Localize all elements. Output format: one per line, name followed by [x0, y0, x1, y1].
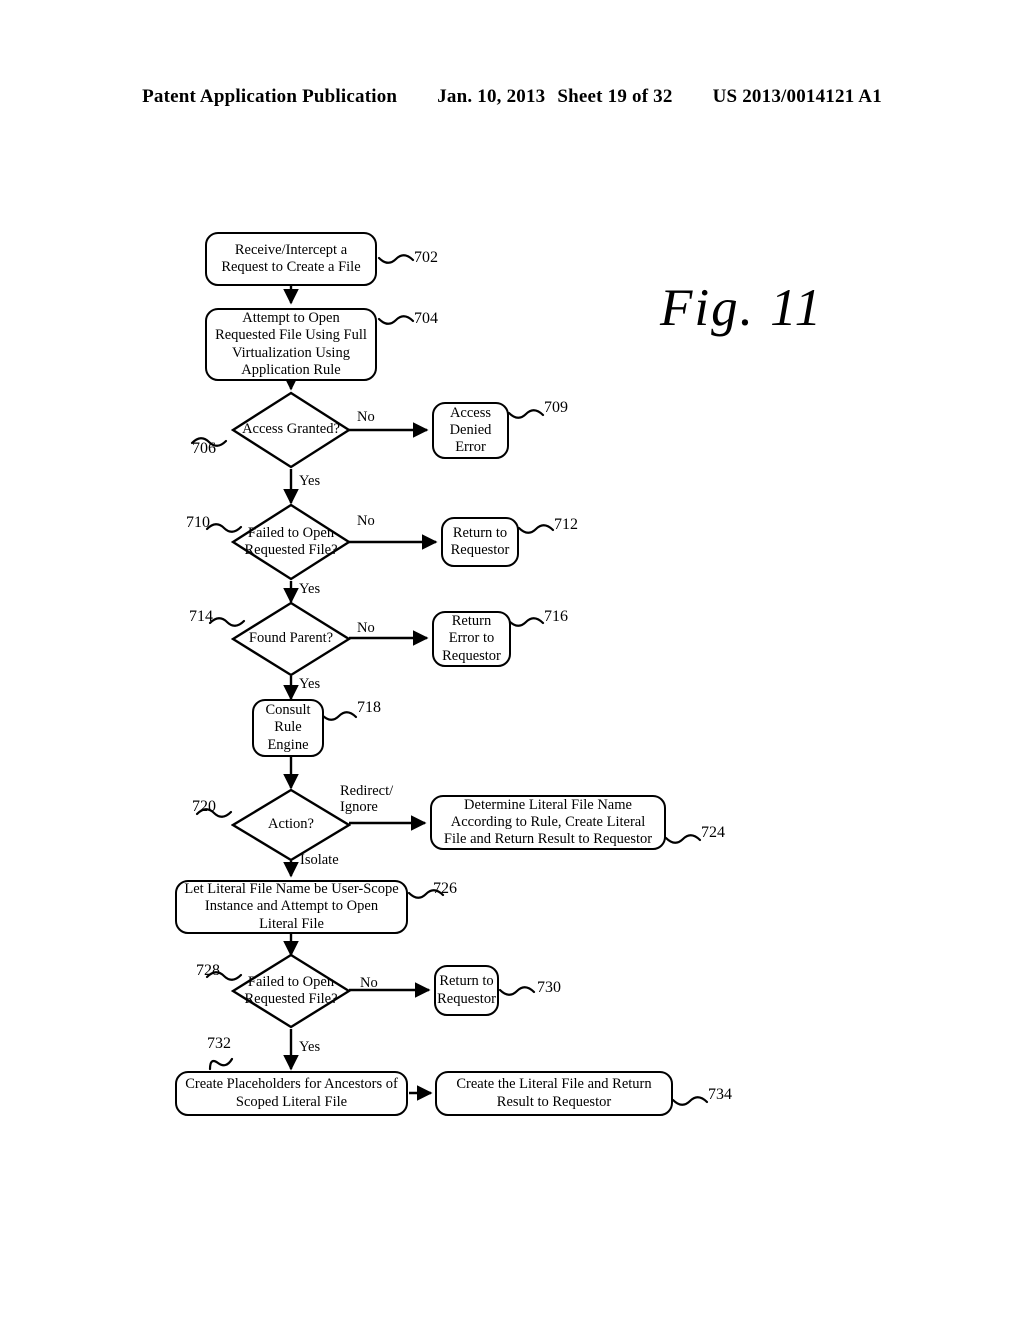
edge-label-720-redirect-line1: Redirect/ [340, 783, 394, 799]
node-706-label: Access Granted? [242, 421, 340, 438]
ref-num-720: 720 [192, 798, 216, 815]
edge-label-714-yes: Yes [299, 676, 321, 692]
ref-num-712: 712 [554, 516, 578, 533]
header-sheet: Sheet 19 of 32 [557, 86, 673, 107]
node-710-label: Failed to Open Requested File? [244, 524, 338, 558]
ref-num-709: 709 [544, 399, 568, 416]
ref-num-704: 704 [414, 310, 438, 327]
node-714-label: Found Parent? [248, 630, 334, 647]
header-patent-number: US 2013/0014121 A1 [712, 86, 882, 107]
ref-num-714: 714 [189, 608, 213, 625]
edge-label-728-no: No [360, 975, 378, 991]
node-710-failed-open-decision: Failed to Open Requested File? [231, 503, 351, 581]
node-718-label: Consult Rule Engine [265, 702, 311, 753]
edge-label-720-redirect-line2: Ignore [340, 799, 378, 816]
node-720-label: Action? [268, 816, 314, 833]
flowchart-connectors [190, 254, 709, 1106]
node-730-label: Return to Requestor [437, 973, 496, 1007]
ref-num-706: 706 [192, 440, 216, 457]
node-704-attempt-open-full-virtualization: Attempt to Open Requested File Using Ful… [205, 308, 377, 381]
node-718-consult-rule-engine: Consult Rule Engine [252, 699, 324, 757]
ref-num-702: 702 [414, 249, 438, 266]
node-709-access-denied-error: Access Denied Error [432, 402, 509, 459]
node-724-determine-literal-file-name: Determine Literal File Name According to… [430, 795, 666, 850]
header-publication: Patent Application Publication [142, 86, 398, 107]
node-732-create-placeholders-ancestors: Create Placeholders for Ancestors of Sco… [175, 1071, 408, 1116]
node-716-label: Return Error to Requestor [442, 613, 501, 664]
ref-num-726: 726 [433, 880, 457, 897]
header-date: Jan. 10, 2013 [437, 86, 546, 107]
ref-num-728: 728 [196, 962, 220, 979]
ref-num-734: 734 [708, 1086, 732, 1103]
node-726-label: Let Literal File Name be User-Scope Inst… [184, 881, 399, 932]
ref-num-730: 730 [537, 979, 561, 996]
edge-label-720-isolate: Isolate [300, 852, 339, 868]
page-header: Patent Application Publication Jan. 10, 2… [0, 86, 1024, 108]
node-704-label: Attempt to Open Requested File Using Ful… [215, 310, 367, 378]
ref-num-710: 710 [186, 514, 210, 531]
node-712-label: Return to Requestor [450, 524, 510, 558]
edge-label-720-redirect-ignore: Redirect/ Ignore [340, 783, 393, 815]
edge-label-714-no: No [357, 620, 375, 636]
edge-label-706-yes: Yes [299, 473, 321, 489]
node-732-label: Create Placeholders for Ancestors of Sco… [185, 1076, 398, 1110]
edge-label-728-yes: Yes [299, 1039, 321, 1055]
node-702-receive-intercept-request: Receive/Intercept a Request to Create a … [205, 232, 377, 286]
node-728-label: Failed to Open Requested File? [244, 973, 338, 1007]
node-706-access-granted-decision: Access Granted? [231, 391, 351, 469]
figure-label: Fig. 11 [660, 279, 824, 337]
ref-num-718: 718 [357, 699, 381, 716]
node-734-label: Create the Literal File and Return Resul… [456, 1076, 652, 1110]
node-712-return-to-requestor: Return to Requestor [441, 517, 519, 567]
node-716-return-error-to-requestor: Return Error to Requestor [432, 611, 511, 667]
node-724-label: Determine Literal File Name According to… [443, 796, 653, 848]
node-709-label: Access Denied Error [449, 404, 492, 456]
ref-num-732: 732 [207, 1035, 231, 1052]
node-728-failed-open-decision: Failed to Open Requested File? [231, 953, 351, 1029]
edge-label-710-yes: Yes [299, 581, 321, 597]
edge-label-706-no: No [357, 409, 375, 425]
node-726-let-literal-file-name-user-scope: Let Literal File Name be User-Scope Inst… [175, 880, 408, 934]
ref-num-716: 716 [544, 608, 568, 625]
node-730-return-to-requestor: Return to Requestor [434, 965, 499, 1016]
node-714-found-parent-decision: Found Parent? [231, 601, 351, 677]
edge-label-710-no: No [357, 513, 375, 529]
node-702-label: Receive/Intercept a Request to Create a … [221, 241, 361, 275]
node-734-create-literal-file-return-result: Create the Literal File and Return Resul… [435, 1071, 673, 1116]
node-720-action-decision: Action? [231, 788, 351, 862]
ref-num-724: 724 [701, 824, 725, 841]
